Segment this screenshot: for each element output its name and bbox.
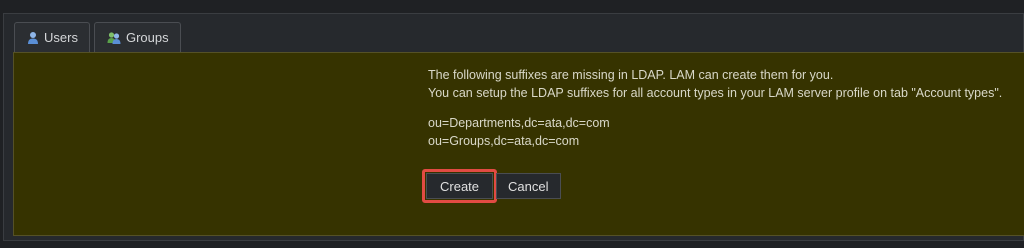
group-icon	[107, 31, 121, 45]
tab-groups-label: Groups	[125, 30, 169, 45]
create-button[interactable]: Create	[426, 173, 494, 199]
cancel-button[interactable]: Cancel	[496, 173, 561, 199]
suffix-item: ou=Departments,dc=ata,dc=com	[428, 116, 610, 130]
tab-users-label: Users	[44, 30, 78, 45]
message-line-2: You can setup the LDAP suffixes for all …	[428, 86, 1003, 100]
content-panel: The following suffixes are missing in LD…	[13, 52, 1024, 236]
create-button-highlight: Create	[422, 169, 498, 203]
tab-groups[interactable]: Groups	[93, 22, 181, 52]
message-area: The following suffixes are missing in LD…	[428, 66, 1024, 150]
message-line-1: The following suffixes are missing in LD…	[428, 68, 834, 82]
tab-bar: Users Groups	[14, 22, 185, 53]
user-icon	[27, 31, 39, 45]
suffix-item: ou=Groups,dc=ata,dc=com	[428, 134, 580, 148]
button-row: Create Cancel	[422, 169, 561, 203]
main-window: Users Groups The following suffixes are …	[3, 13, 1024, 241]
tab-users[interactable]: Users	[14, 22, 90, 52]
